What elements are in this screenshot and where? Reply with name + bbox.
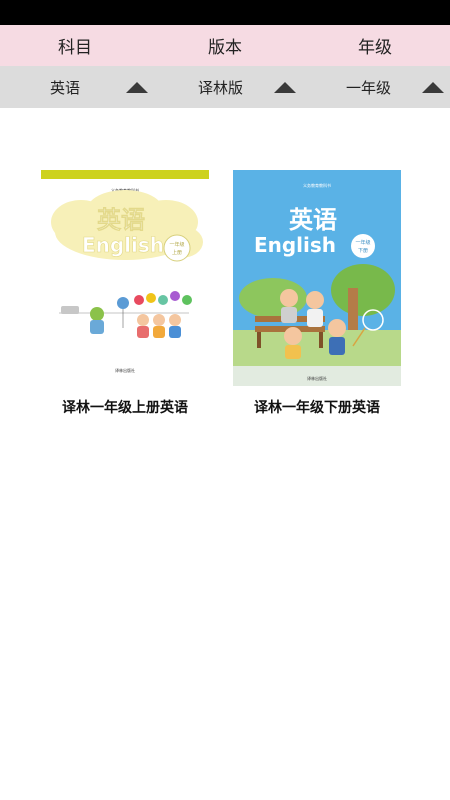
filter-bar: 英语 译林版 一年级 <box>0 66 450 108</box>
edition-dropdown[interactable]: 译林版 <box>154 66 302 108</box>
svg-text:义务教育教科书: 义务教育教科书 <box>303 182 331 188</box>
header-edition-label: 版本 <box>208 38 242 58</box>
svg-text:English: English <box>82 233 164 257</box>
book-title: 译林一年级下册英语 <box>254 400 380 416</box>
grade-dropdown[interactable]: 一年级 <box>302 66 450 108</box>
header-subject-label: 科目 <box>58 38 92 58</box>
triangle-up-icon <box>422 81 444 93</box>
svg-text:英语: 英语 <box>289 206 337 234</box>
svg-text:下册: 下册 <box>358 248 368 254</box>
subject-value: 英语 <box>50 78 81 97</box>
book-cover-image: 义务教育教科书 英语 English 一年级 上册 <box>41 170 209 386</box>
svg-text:译林出版社: 译林出版社 <box>307 375 327 381</box>
svg-text:一年级: 一年级 <box>355 239 370 246</box>
svg-text:英语: 英语 <box>97 206 145 234</box>
svg-text:译林出版社: 译林出版社 <box>115 367 135 373</box>
book-card[interactable]: 义务教育教科书 英语 English 一年级 下册 译林出版社 译林一年级下册英… <box>233 170 401 417</box>
grade-value: 一年级 <box>346 78 392 97</box>
triangle-up-icon <box>126 81 148 93</box>
status-bar <box>0 0 450 25</box>
triangle-up-icon <box>274 81 296 93</box>
header-grade-label: 年级 <box>358 38 392 58</box>
book-title: 译林一年级上册英语 <box>62 400 188 416</box>
edition-value: 译林版 <box>198 78 244 97</box>
book-card[interactable]: 义务教育教科书 英语 English 一年级 上册 <box>41 170 209 417</box>
subject-dropdown[interactable]: 英语 <box>0 66 154 108</box>
filter-header: 科目 版本 年级 <box>0 25 450 66</box>
book-cover-image: 义务教育教科书 英语 English 一年级 下册 译林出版社 <box>233 170 401 386</box>
svg-text:一年级: 一年级 <box>169 241 184 248</box>
svg-text:English: English <box>254 233 336 257</box>
svg-text:上册: 上册 <box>172 249 182 256</box>
